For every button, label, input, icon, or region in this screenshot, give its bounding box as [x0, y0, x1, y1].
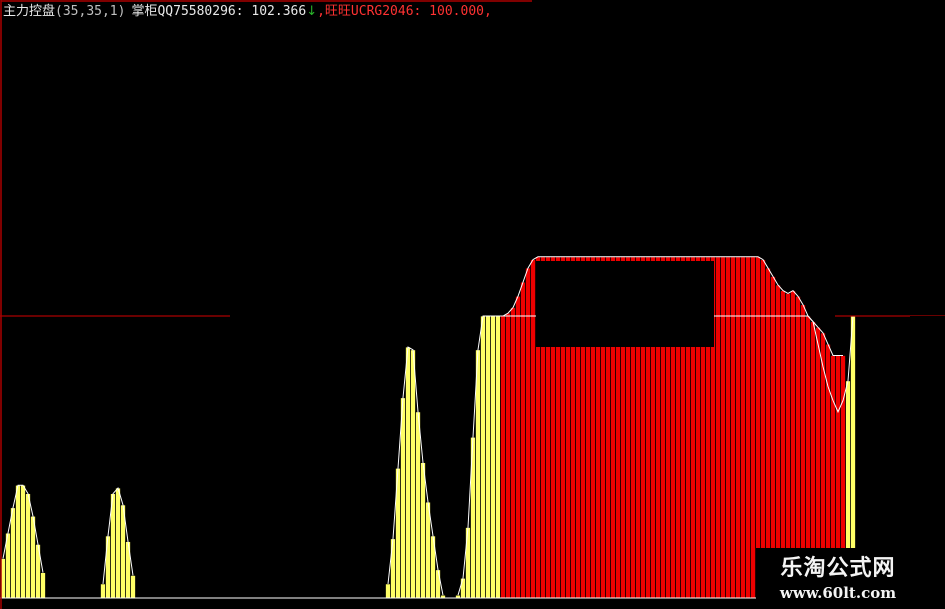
red-bar: [750, 256, 756, 599]
red-bar: [505, 312, 511, 599]
yellow-bar: [420, 462, 426, 599]
yellow-bar: [105, 535, 111, 599]
watermark-url: www.60lt.com: [779, 584, 897, 602]
yellow-bar: [20, 484, 26, 599]
yellow-bar: [460, 577, 466, 599]
yellow-bar: [10, 507, 16, 599]
red-bar: [530, 259, 536, 599]
yellow-bar: [485, 315, 491, 599]
yellow-bar: [490, 315, 496, 599]
down-arrow-icon: ↓: [306, 4, 318, 19]
yellow-bar: [480, 315, 486, 599]
red-bar: [755, 256, 761, 599]
watermark-title: 乐淘公式网: [780, 556, 896, 581]
occluding-block: [536, 261, 714, 347]
yellow-bar: [385, 583, 391, 599]
red-bar: [730, 256, 736, 599]
watermark: 乐淘公式网 www.60lt.com: [756, 548, 920, 606]
yellow-bar: [40, 572, 46, 599]
red-bar: [525, 267, 531, 599]
indicator-params: (35,35,1): [55, 4, 126, 19]
red-bar: [745, 256, 751, 599]
series1-readout: 掌柜QQ75580296: 102.366: [131, 4, 307, 19]
red-bar: [715, 256, 721, 599]
yellow-bar: [405, 346, 411, 599]
yellow-bar: [130, 575, 136, 599]
indicator-name: 主力控盘: [3, 4, 56, 19]
red-bar: [735, 256, 741, 599]
yellow-bar: [390, 538, 396, 599]
yellow-bar: [25, 493, 31, 599]
red-bar: [720, 256, 726, 599]
yellow-bar: [495, 315, 501, 599]
red-bar: [740, 256, 746, 599]
yellow-bar: [115, 487, 121, 599]
red-bar: [520, 281, 526, 599]
yellow-bar: [415, 411, 421, 599]
yellow-bar: [435, 569, 441, 599]
indicator-header: 主力控盘(35,35,1) 掌柜QQ75580296: 102.366↓,旺旺UC…: [3, 2, 492, 22]
yellow-bar: [15, 484, 21, 599]
series2-readout: ,旺旺UCRG2046: 100.000,: [317, 4, 492, 19]
yellow-bar: [100, 583, 106, 599]
yellow-bar: [410, 349, 416, 599]
red-bar: [510, 307, 516, 599]
chart-canvas: [0, 0, 945, 609]
red-bar: [515, 295, 521, 599]
red-bar: [500, 315, 506, 599]
red-bar: [725, 256, 731, 599]
yellow-bar: [465, 527, 471, 599]
